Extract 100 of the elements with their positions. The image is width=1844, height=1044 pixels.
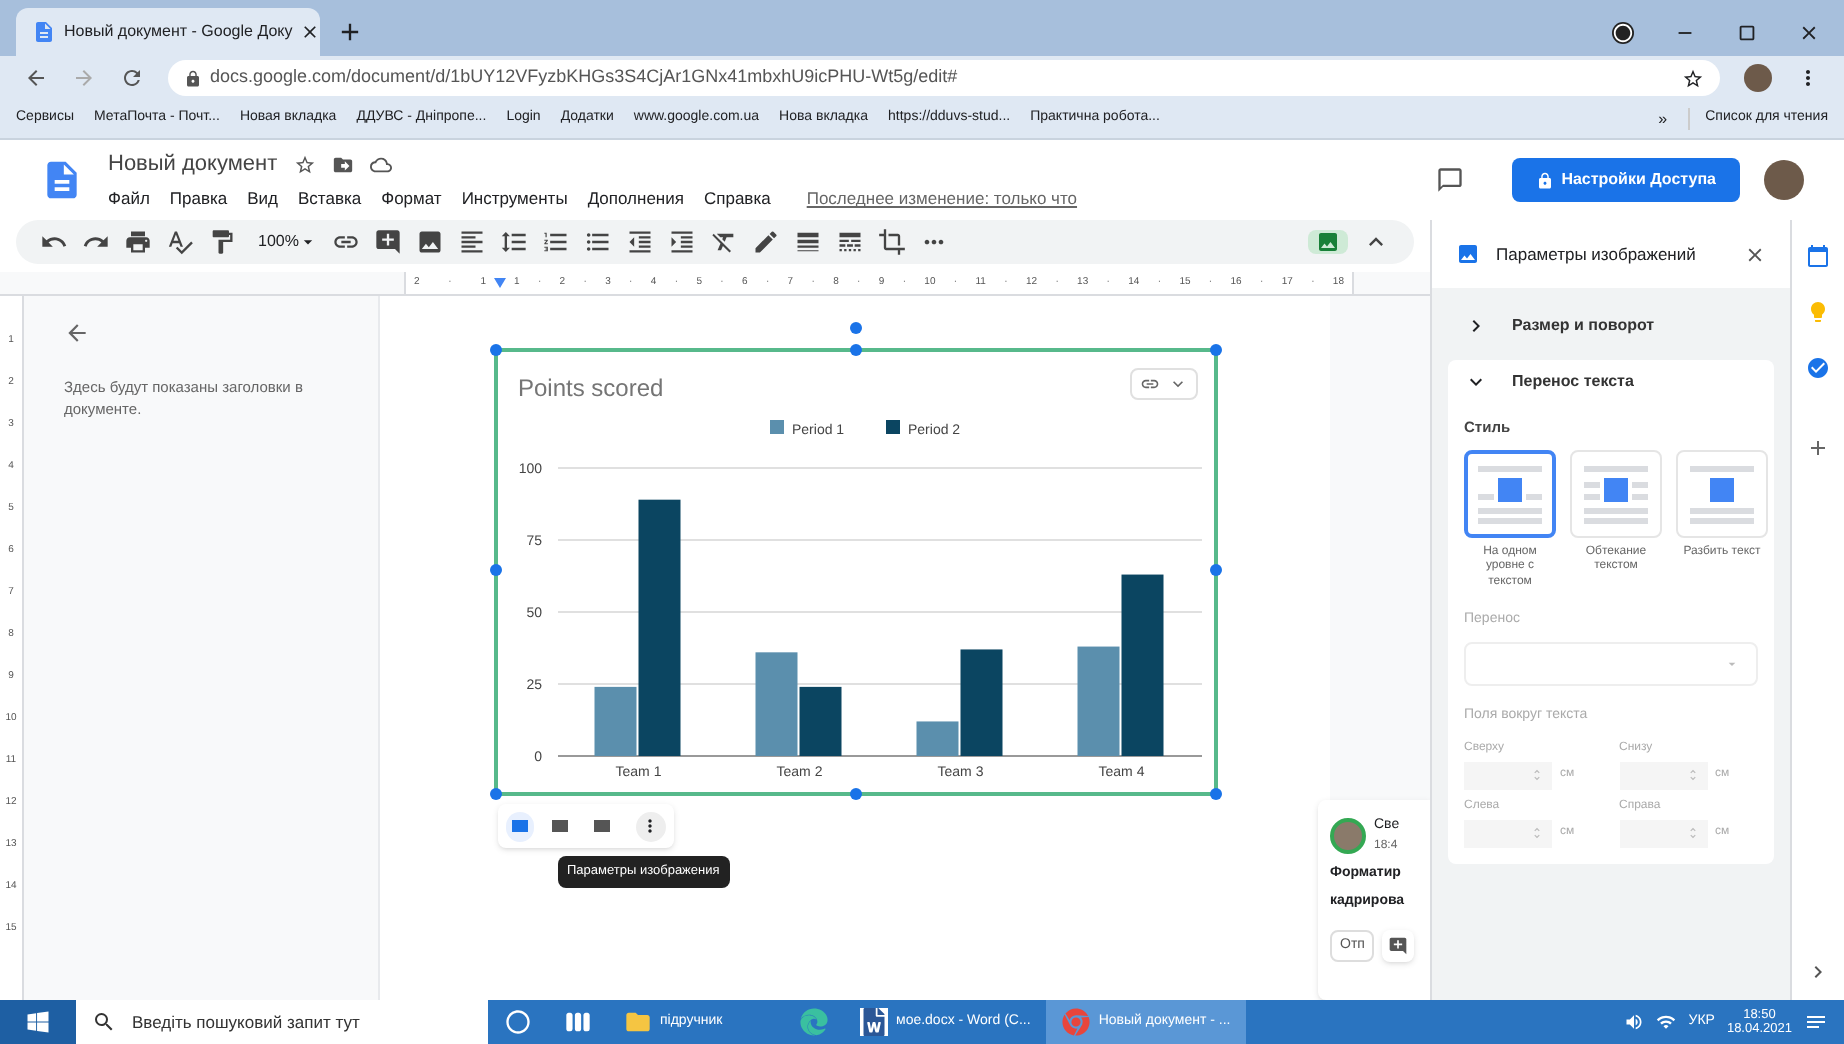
back-icon[interactable] <box>64 320 90 346</box>
bulleted-list-icon[interactable] <box>584 228 613 256</box>
back-icon[interactable] <box>24 66 48 90</box>
legend-swatch <box>885 420 899 434</box>
star-icon[interactable] <box>1682 67 1704 89</box>
resize-handle[interactable] <box>489 344 501 356</box>
resize-handle[interactable] <box>1209 788 1221 800</box>
number-field[interactable] <box>1464 761 1552 790</box>
align-left-icon[interactable] <box>458 228 487 256</box>
menu-item[interactable]: Правка <box>169 186 228 213</box>
network-icon[interactable] <box>1656 1012 1677 1032</box>
indent-decrease-icon[interactable] <box>626 228 655 256</box>
menu-item[interactable]: Дополнения <box>587 186 684 213</box>
lock-icon <box>1535 171 1554 189</box>
section-header[interactable]: Перенос текста <box>1464 360 1758 404</box>
cloud-icon[interactable] <box>369 153 392 176</box>
last-edit-link[interactable]: Последнее изменение: только что <box>806 186 1078 213</box>
resize-handle[interactable] <box>849 788 861 800</box>
add-icon[interactable] <box>1806 436 1830 460</box>
line-spacing-icon[interactable] <box>500 228 529 256</box>
paint-format-icon[interactable] <box>208 228 236 256</box>
section-title: Размер и поворот <box>1512 314 1655 338</box>
avatar[interactable] <box>1764 160 1804 200</box>
numbered-list-icon[interactable] <box>542 228 571 256</box>
close-icon[interactable] <box>1744 243 1766 265</box>
menu-item[interactable]: Справка <box>703 186 771 213</box>
document-icon <box>860 1008 888 1036</box>
taskbar-search-field[interactable]: Введіть пошуковий запит тут <box>76 1000 488 1044</box>
add-comment-button[interactable] <box>1382 929 1415 962</box>
document-title[interactable]: Новый документ <box>108 147 278 181</box>
indent-increase-icon[interactable] <box>668 228 697 256</box>
tab-title: Новый документ - Google Доку <box>64 20 293 44</box>
address-field[interactable]: docs.google.com/document/d/1bUY12VFyzbKHGs3S4CjAr1GNx41mbxhU9icPHU-Wt5g/edit# <box>168 60 1720 96</box>
panel-title: Параметры изображений <box>1496 241 1698 267</box>
wrap-style-option[interactable] <box>1464 450 1556 539</box>
stepper-icon <box>1530 826 1544 841</box>
search-icon <box>92 1010 116 1034</box>
browser-icon <box>1062 1008 1091 1036</box>
more-bookmarks[interactable]: » <box>1658 107 1668 131</box>
spellcheck-icon[interactable] <box>166 228 194 256</box>
folder-icon <box>624 1008 652 1036</box>
wrap-style-icon <box>1580 462 1652 527</box>
resize-handle[interactable] <box>489 564 501 576</box>
image-icon <box>1316 230 1340 254</box>
number-field[interactable] <box>1464 819 1552 848</box>
wrap-style-icon <box>1686 462 1758 527</box>
menu-item[interactable]: Инструменты <box>461 186 568 213</box>
menu-item[interactable]: Вид <box>247 186 279 213</box>
image-mode-button[interactable] <box>1308 230 1348 254</box>
wrap-option[interactable] <box>505 811 534 841</box>
print-icon[interactable] <box>124 228 152 256</box>
resize-handle[interactable] <box>1209 564 1221 576</box>
menu-item[interactable]: Формат <box>381 186 442 213</box>
url-text: docs.google.com/document/d/1bUY12VFyzbKHGs3S4CjAr1GNx41mbxhU9icPHU-Wt5g/edit# <box>210 64 960 91</box>
image-icon[interactable] <box>416 228 445 256</box>
image-icon <box>1456 242 1480 266</box>
clear-format-icon[interactable] <box>710 228 739 256</box>
share-button[interactable]: Настройки Доступа <box>1511 158 1740 202</box>
indent-marker-icon[interactable] <box>494 278 506 288</box>
folder-icon[interactable] <box>331 153 354 176</box>
menu-item[interactable]: Вставка <box>298 186 362 213</box>
number-field[interactable] <box>1619 761 1707 790</box>
calendar-icon[interactable] <box>1806 244 1830 268</box>
resize-handle[interactable] <box>489 788 501 800</box>
lock-icon <box>184 69 202 87</box>
avatar[interactable] <box>1744 64 1772 92</box>
stepper-icon <box>1530 768 1544 783</box>
link-icon <box>1139 374 1159 394</box>
windows-logo-icon <box>26 1010 50 1034</box>
line-style-icon[interactable] <box>836 228 865 256</box>
star-icon[interactable] <box>293 153 316 176</box>
section-header[interactable]: Размер и поворот <box>1464 304 1758 348</box>
number-field[interactable] <box>1619 819 1707 848</box>
comments-icon[interactable] <box>1435 166 1464 194</box>
stepper-icon <box>1685 768 1699 783</box>
line-weight-icon[interactable] <box>794 228 823 256</box>
more-options-button[interactable] <box>636 811 665 841</box>
add-comment-icon[interactable] <box>374 228 403 256</box>
chart-title: Points scored <box>517 374 663 402</box>
zoom-select[interactable]: 100% <box>258 230 319 254</box>
section-title: Перенос текста <box>1512 370 1634 394</box>
stepper-icon <box>1685 826 1699 841</box>
browser-tab[interactable]: Новый документ - Google Доку <box>16 8 320 56</box>
close-icon[interactable] <box>1798 22 1820 44</box>
resize-handle[interactable] <box>1209 344 1221 356</box>
maximize-icon[interactable] <box>1736 22 1758 44</box>
close-icon[interactable] <box>300 22 321 42</box>
new-tab-icon[interactable] <box>336 18 364 46</box>
chart-menu-button[interactable] <box>1129 368 1197 400</box>
task-view-icon[interactable] <box>564 1008 592 1036</box>
legend-swatch <box>769 420 783 434</box>
volume-icon[interactable] <box>1624 1012 1645 1032</box>
start-button[interactable] <box>0 1000 76 1044</box>
menu-item[interactable]: Файл <box>108 186 150 213</box>
pen-icon[interactable] <box>752 228 781 256</box>
reload-icon[interactable] <box>120 66 144 90</box>
resize-handle[interactable] <box>849 344 861 356</box>
document-icon <box>32 20 56 44</box>
crop-icon[interactable] <box>878 228 907 256</box>
notifications-icon[interactable] <box>1804 1010 1828 1034</box>
